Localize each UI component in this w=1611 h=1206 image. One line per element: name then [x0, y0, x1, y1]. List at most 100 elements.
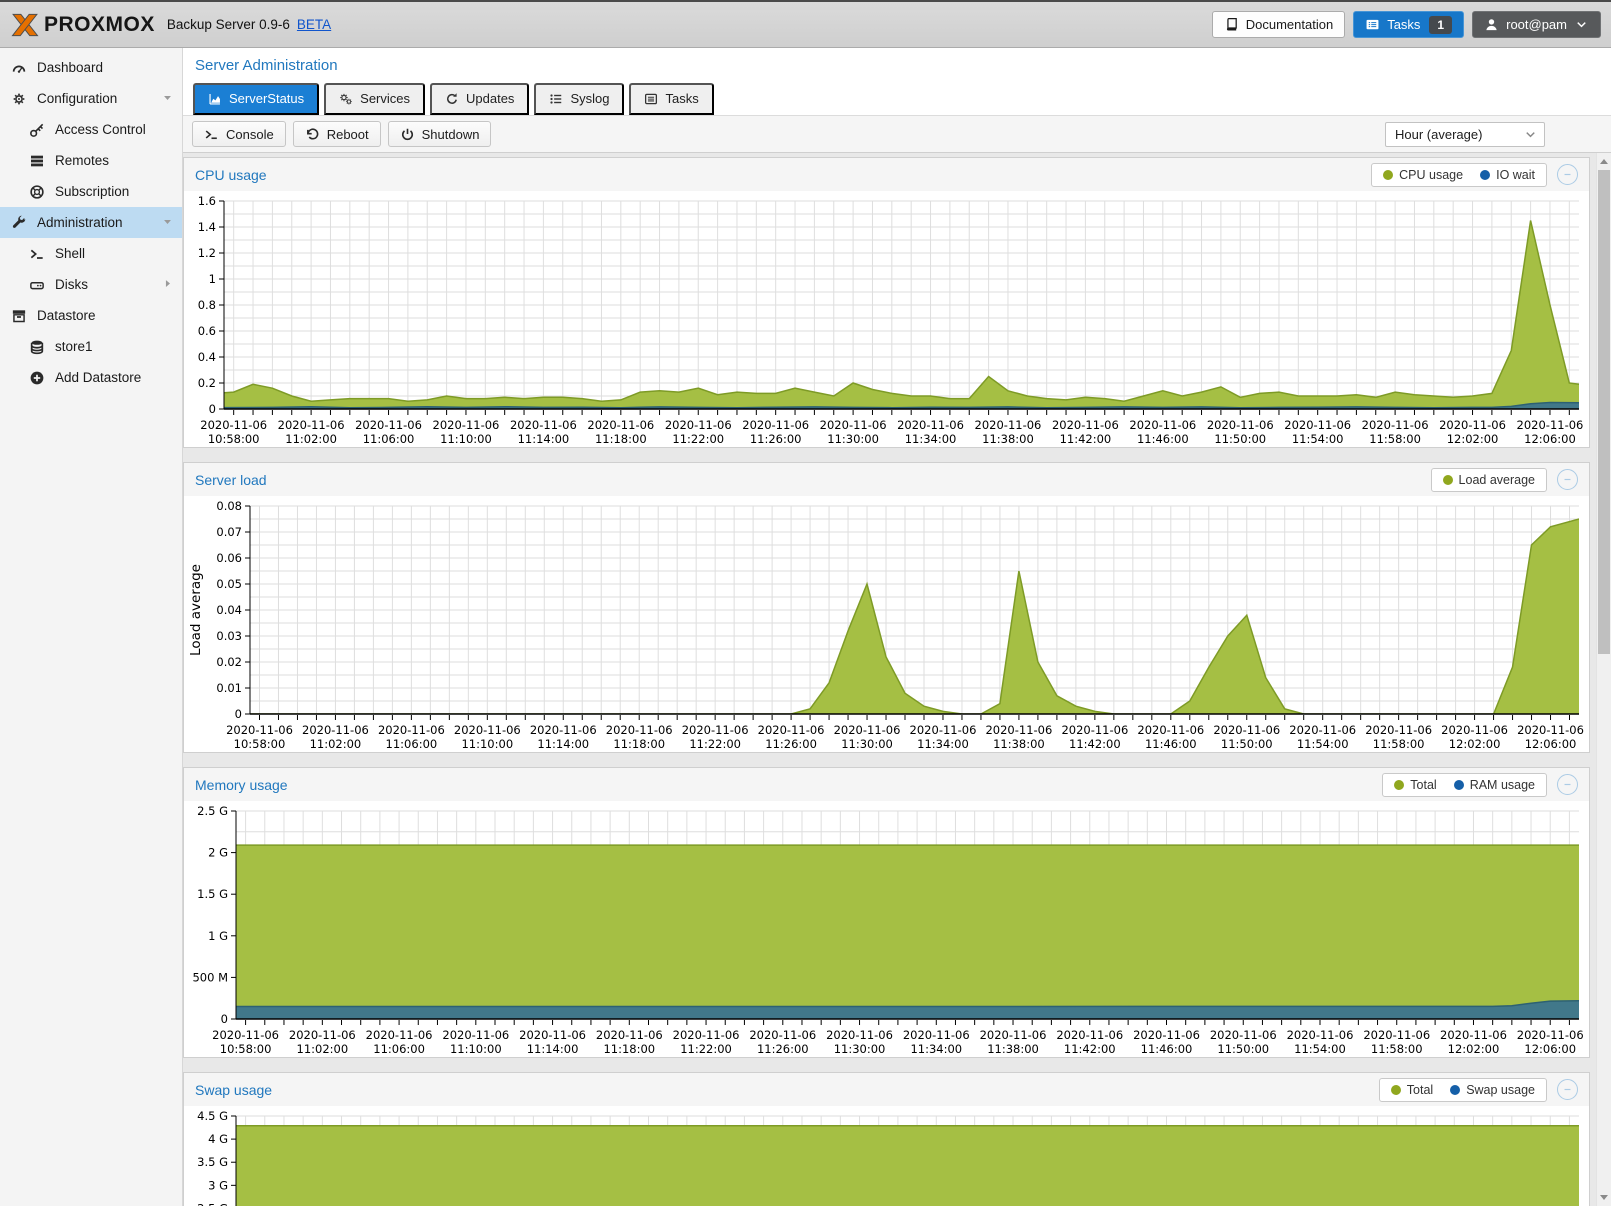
svg-text:2020-11-06: 2020-11-06 — [1056, 1028, 1123, 1042]
panel-collapse-button[interactable] — [1557, 164, 1578, 185]
tasks-count-badge: 1 — [1429, 16, 1452, 34]
svg-text:2020-11-06: 2020-11-06 — [1441, 723, 1508, 737]
store1-icon — [29, 339, 46, 355]
expand-caret-right-icon[interactable] — [160, 276, 176, 292]
svg-text:1.4: 1.4 — [198, 220, 216, 234]
svg-text:12:06:00: 12:06:00 — [1524, 432, 1576, 445]
access-control-icon — [29, 122, 46, 138]
reboot-button[interactable]: Reboot — [293, 121, 381, 147]
load-chart: 00.010.020.030.040.050.060.070.082020-11… — [186, 498, 1587, 750]
sidebar-item-remotes[interactable]: Remotes — [0, 145, 182, 176]
legend-item[interactable]: Swap usage — [1450, 1083, 1535, 1097]
scroll-up-arrow-icon[interactable] — [1597, 154, 1611, 169]
svg-text:11:26:00: 11:26:00 — [750, 432, 802, 445]
svg-text:3.5 G: 3.5 G — [197, 1155, 228, 1169]
tab-services[interactable]: Services — [324, 83, 425, 115]
svg-text:2020-11-06: 2020-11-06 — [985, 723, 1052, 737]
proxmox-backup-app: PROXMOX Backup Server 0.9-6 BETA Documen… — [0, 0, 1611, 1206]
svg-text:11:54:00: 11:54:00 — [1297, 737, 1349, 750]
tab-serverstatus[interactable]: ServerStatus — [193, 83, 319, 115]
svg-text:11:50:00: 11:50:00 — [1221, 737, 1273, 750]
sidebar-item-label: Access Control — [55, 122, 146, 137]
svg-text:11:10:00: 11:10:00 — [440, 432, 492, 445]
legend-label: CPU usage — [1399, 168, 1463, 182]
vertical-scrollbar[interactable] — [1596, 153, 1611, 1206]
svg-text:11:54:00: 11:54:00 — [1294, 1042, 1346, 1055]
svg-text:11:54:00: 11:54:00 — [1292, 432, 1344, 445]
sidebar-item-label: Datastore — [37, 308, 96, 323]
svg-text:2020-11-06: 2020-11-06 — [834, 723, 901, 737]
panel-collapse-button[interactable] — [1557, 774, 1578, 795]
svg-text:2020-11-06: 2020-11-06 — [212, 1028, 279, 1042]
svg-text:1 G: 1 G — [208, 929, 228, 943]
svg-text:11:58:00: 11:58:00 — [1373, 737, 1425, 750]
svg-text:12:02:00: 12:02:00 — [1447, 432, 1499, 445]
user-menu-button[interactable]: root@pam — [1472, 11, 1601, 38]
svg-text:2020-11-06: 2020-11-06 — [433, 418, 500, 432]
legend-label: Total — [1410, 778, 1436, 792]
timeframe-select[interactable]: Hour (average) — [1385, 122, 1545, 147]
sidebar-item-subscription[interactable]: Subscription — [0, 176, 182, 207]
sidebar-item-label: Disks — [55, 277, 88, 292]
console-button[interactable]: Console — [192, 121, 286, 147]
svg-text:12:02:00: 12:02:00 — [1448, 1042, 1500, 1055]
svg-text:0: 0 — [209, 402, 216, 416]
user-label: root@pam — [1506, 17, 1567, 32]
shutdown-label: Shutdown — [422, 127, 480, 142]
chart-panels-area: CPU usageCPU usageIO wait00.20.40.60.811… — [183, 153, 1611, 1206]
sidebar-item-datastore[interactable]: Datastore — [0, 300, 182, 331]
chart-body: 0500 M1 G1.5 G2 G2.5 G2020-11-0610:58:00… — [184, 801, 1589, 1057]
sidebar-item-label: Add Datastore — [55, 370, 141, 385]
sidebar-item-add-datastore[interactable]: Add Datastore — [0, 362, 182, 393]
svg-text:11:30:00: 11:30:00 — [827, 432, 879, 445]
refresh-icon — [445, 92, 459, 106]
sidebar-item-configuration[interactable]: Configuration — [0, 83, 182, 114]
svg-text:2020-11-06: 2020-11-06 — [302, 723, 369, 737]
svg-text:2020-11-06: 2020-11-06 — [758, 723, 825, 737]
panel-header: Swap usageTotalSwap usage — [184, 1073, 1589, 1106]
chart-body: 0500 M1 G1.5 G2 G2.5 G3 G3.5 G4 G4.5 G20… — [184, 1106, 1589, 1206]
svg-text:2020-11-06: 2020-11-06 — [378, 723, 445, 737]
legend-item[interactable]: Total — [1394, 778, 1436, 792]
documentation-button[interactable]: Documentation — [1212, 11, 1345, 38]
panel-collapse-button[interactable] — [1557, 469, 1578, 490]
collapse-caret-down-icon[interactable] — [160, 90, 176, 106]
svg-text:2020-11-06: 2020-11-06 — [1517, 418, 1584, 432]
legend-item[interactable]: Load average — [1443, 473, 1535, 487]
scroll-down-arrow-icon[interactable] — [1597, 1190, 1611, 1205]
svg-text:0.01: 0.01 — [216, 681, 242, 695]
sidebar-item-administration[interactable]: Administration — [0, 207, 182, 238]
svg-text:2020-11-06: 2020-11-06 — [200, 418, 267, 432]
tab-syslog[interactable]: Syslog — [534, 83, 624, 115]
svg-text:11:38:00: 11:38:00 — [993, 737, 1045, 750]
legend-label: Total — [1407, 1083, 1433, 1097]
svg-text:2020-11-06: 2020-11-06 — [587, 418, 654, 432]
beta-link[interactable]: BETA — [297, 17, 331, 32]
sidebar-item-access-control[interactable]: Access Control — [0, 114, 182, 145]
svg-text:11:58:00: 11:58:00 — [1369, 432, 1421, 445]
svg-text:1.2: 1.2 — [198, 246, 216, 260]
legend-label: Swap usage — [1466, 1083, 1535, 1097]
svg-text:2020-11-06: 2020-11-06 — [1210, 1028, 1277, 1042]
svg-text:4.5 G: 4.5 G — [197, 1109, 228, 1123]
panel-header: CPU usageCPU usageIO wait — [184, 158, 1589, 191]
sidebar-item-disks[interactable]: Disks — [0, 269, 182, 300]
svg-text:10:58:00: 10:58:00 — [234, 737, 286, 750]
sidebar-item-dashboard[interactable]: Dashboard — [0, 52, 182, 83]
legend-item[interactable]: CPU usage — [1383, 168, 1463, 182]
scrollbar-thumb[interactable] — [1598, 170, 1610, 654]
tab-tasks[interactable]: Tasks — [629, 83, 713, 115]
tasks-button[interactable]: Tasks 1 — [1353, 11, 1464, 38]
sidebar-item-store1[interactable]: store1 — [0, 331, 182, 362]
shutdown-button[interactable]: Shutdown — [388, 121, 492, 147]
legend-item[interactable]: Total — [1391, 1083, 1433, 1097]
sidebar-item-label: Configuration — [37, 91, 117, 106]
legend-item[interactable]: RAM usage — [1454, 778, 1535, 792]
tab-updates[interactable]: Updates — [430, 83, 529, 115]
sidebar-item-shell[interactable]: Shell — [0, 238, 182, 269]
panel-collapse-button[interactable] — [1557, 1079, 1578, 1100]
collapse-caret-down-icon[interactable] — [160, 214, 176, 230]
legend-item[interactable]: IO wait — [1480, 168, 1535, 182]
svg-text:2020-11-06: 2020-11-06 — [519, 1028, 586, 1042]
page-title: Server Administration — [183, 48, 1611, 80]
